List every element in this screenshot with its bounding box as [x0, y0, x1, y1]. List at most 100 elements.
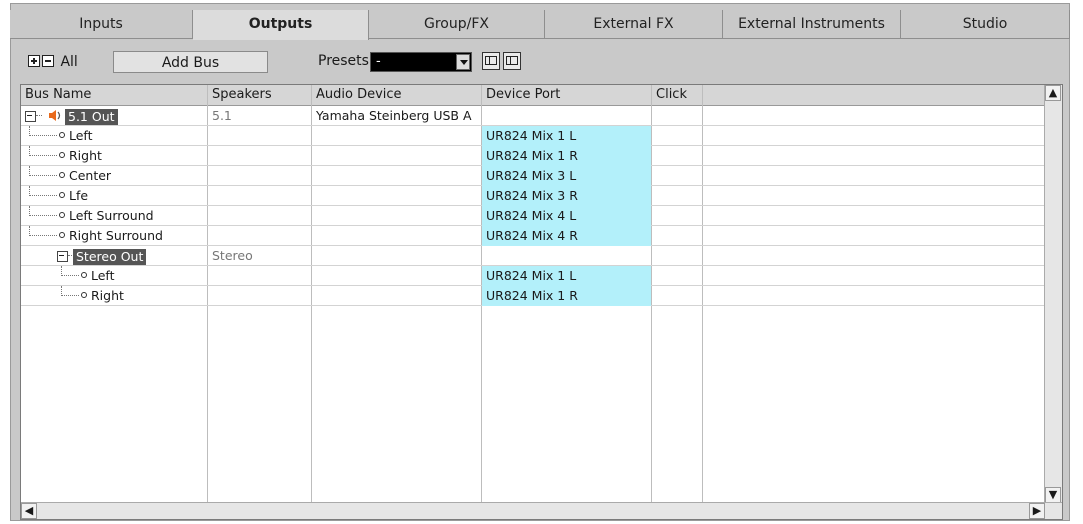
- save-preset-icon: [485, 56, 497, 65]
- tab-studio[interactable]: Studio: [901, 10, 1070, 39]
- device-port-cell[interactable]: UR824 Mix 1 R: [482, 146, 651, 166]
- channel-name-label: Left: [91, 268, 115, 283]
- bus-name-cell[interactable]: Stereo Out: [21, 246, 207, 266]
- presets-dropdown[interactable]: -: [370, 52, 472, 72]
- bus-name-cell[interactable]: Left: [21, 266, 207, 286]
- speakers-cell[interactable]: [208, 166, 311, 186]
- audio-device-cell[interactable]: [312, 266, 481, 286]
- collapse-all-icon[interactable]: [42, 55, 54, 67]
- click-cell[interactable]: [652, 286, 702, 306]
- speakers-cell[interactable]: [208, 226, 311, 246]
- device-port-cell[interactable]: UR824 Mix 3 L: [482, 166, 651, 186]
- audio-device-cell[interactable]: [312, 126, 481, 146]
- bus-name-cell[interactable]: Center: [21, 166, 207, 186]
- speakers-cell[interactable]: [208, 286, 311, 306]
- collapse-toggle-icon[interactable]: [57, 251, 68, 262]
- click-cell[interactable]: [652, 206, 702, 226]
- device-port-cell[interactable]: [482, 246, 651, 266]
- audio-device-cell[interactable]: [312, 286, 481, 306]
- expand-collapse-all[interactable]: All: [28, 54, 78, 70]
- bus-name-label: Stereo Out: [73, 249, 147, 265]
- connector-icon: [59, 232, 65, 238]
- speakers-cell[interactable]: 5.1: [208, 106, 311, 126]
- device-port-cell[interactable]: UR824 Mix 1 L: [482, 266, 651, 286]
- click-cell[interactable]: [652, 266, 702, 286]
- table-row[interactable]: Stereo Out Stereo: [21, 246, 1046, 266]
- scroll-up-icon[interactable]: ▲: [1045, 85, 1061, 101]
- bus-name-cell[interactable]: Lfe: [21, 186, 207, 206]
- scroll-down-icon[interactable]: ▼: [1045, 487, 1061, 503]
- audio-device-cell[interactable]: [312, 246, 481, 266]
- vertical-scrollbar[interactable]: ▲ ▼: [1044, 85, 1062, 503]
- device-port-cell[interactable]: UR824 Mix 4 R: [482, 226, 651, 246]
- device-port-cell[interactable]: UR824 Mix 1 R: [482, 286, 651, 306]
- bus-name-cell[interactable]: 5.1 Out: [21, 106, 207, 126]
- table-row[interactable]: Left Surround UR824 Mix 4 L: [21, 206, 1046, 226]
- scroll-left-icon[interactable]: ◀: [21, 503, 37, 519]
- horizontal-scrollbar[interactable]: ◀ ▶: [21, 502, 1062, 519]
- table-row[interactable]: Center UR824 Mix 3 L: [21, 166, 1046, 186]
- bus-name-cell[interactable]: Right: [21, 146, 207, 166]
- collapse-toggle-icon[interactable]: [25, 111, 36, 122]
- tab-group-fx[interactable]: Group/FX: [369, 10, 545, 39]
- click-cell[interactable]: [652, 146, 702, 166]
- click-cell[interactable]: [652, 126, 702, 146]
- col-speakers[interactable]: Speakers: [208, 85, 312, 105]
- speakers-cell[interactable]: [208, 186, 311, 206]
- table-row[interactable]: Left UR824 Mix 1 L: [21, 266, 1046, 286]
- expand-all-icon[interactable]: [28, 55, 40, 67]
- device-port-cell[interactable]: UR824 Mix 3 R: [482, 186, 651, 206]
- save-preset-button[interactable]: [482, 52, 500, 70]
- click-cell[interactable]: [652, 226, 702, 246]
- speakers-cell[interactable]: [208, 266, 311, 286]
- chevron-down-icon[interactable]: [456, 54, 470, 70]
- speakers-cell[interactable]: [208, 126, 311, 146]
- audio-device-cell[interactable]: [312, 146, 481, 166]
- click-cell[interactable]: [652, 246, 702, 266]
- audio-device-cell[interactable]: Yamaha Steinberg USB A: [312, 106, 481, 126]
- table-row[interactable]: Lfe UR824 Mix 3 R: [21, 186, 1046, 206]
- tab-outputs[interactable]: Outputs: [193, 10, 369, 40]
- audio-device-cell[interactable]: [312, 226, 481, 246]
- add-bus-button[interactable]: Add Bus: [113, 51, 268, 73]
- table-row[interactable]: Right UR824 Mix 1 R: [21, 286, 1046, 306]
- delete-preset-button[interactable]: [503, 52, 521, 70]
- expand-all-label: All: [60, 54, 78, 70]
- scroll-right-icon[interactable]: ▶: [1029, 503, 1045, 519]
- col-bus-name[interactable]: Bus Name: [21, 85, 207, 105]
- bus-name-cell[interactable]: Right Surround: [21, 226, 207, 246]
- col-click[interactable]: Click: [652, 85, 706, 105]
- channel-name-label: Left: [69, 128, 93, 143]
- presets-value: -: [376, 54, 381, 69]
- bus-name-cell[interactable]: Left Surround: [21, 206, 207, 226]
- device-port-cell[interactable]: UR824 Mix 1 L: [482, 126, 651, 146]
- table-row[interactable]: 5.1 Out 5.1 Yamaha Steinberg USB A: [21, 106, 1046, 126]
- connector-icon: [59, 152, 65, 158]
- audio-device-cell[interactable]: [312, 166, 481, 186]
- speakers-cell[interactable]: [208, 206, 311, 226]
- connector-icon: [59, 212, 65, 218]
- col-device-port[interactable]: Device Port: [482, 85, 651, 105]
- audio-device-cell[interactable]: [312, 206, 481, 226]
- channel-name-label: Right Surround: [69, 228, 163, 243]
- table-row[interactable]: Right Surround UR824 Mix 4 R: [21, 226, 1046, 246]
- tree-connector: [29, 155, 57, 157]
- click-cell[interactable]: [652, 106, 702, 126]
- bus-name-label: 5.1 Out: [65, 109, 118, 125]
- audio-device-cell[interactable]: [312, 186, 481, 206]
- table-row[interactable]: Right UR824 Mix 1 R: [21, 146, 1046, 166]
- connector-icon: [59, 172, 65, 178]
- device-port-cell[interactable]: UR824 Mix 4 L: [482, 206, 651, 226]
- speakers-cell[interactable]: [208, 146, 311, 166]
- table-row[interactable]: Left UR824 Mix 1 L: [21, 126, 1046, 146]
- tab-inputs[interactable]: Inputs: [10, 10, 193, 39]
- tab-external-fx[interactable]: External FX: [545, 10, 723, 39]
- device-port-cell[interactable]: [482, 106, 651, 126]
- bus-name-cell[interactable]: Right: [21, 286, 207, 306]
- click-cell[interactable]: [652, 186, 702, 206]
- bus-name-cell[interactable]: Left: [21, 126, 207, 146]
- click-cell[interactable]: [652, 166, 702, 186]
- tab-external-instruments[interactable]: External Instruments: [723, 10, 901, 39]
- speakers-cell[interactable]: Stereo: [208, 246, 311, 266]
- col-audio-device[interactable]: Audio Device: [312, 85, 486, 105]
